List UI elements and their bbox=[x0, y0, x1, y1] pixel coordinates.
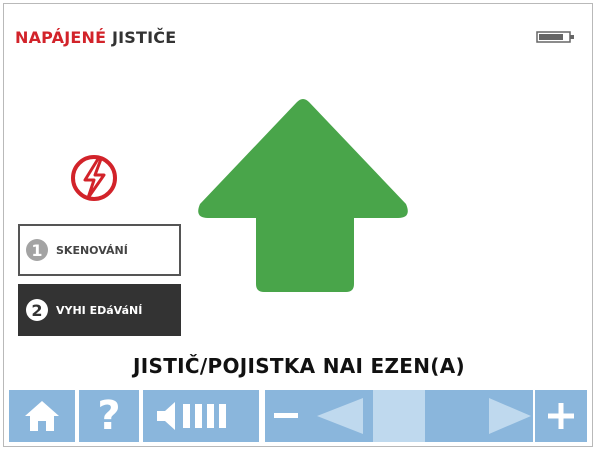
left-arrow-icon[interactable] bbox=[315, 396, 365, 436]
plus-icon bbox=[548, 403, 574, 429]
mode-number-badge: 2 bbox=[26, 299, 48, 321]
minus-icon bbox=[274, 413, 298, 418]
up-arrow-icon bbox=[198, 99, 408, 292]
home-icon bbox=[25, 401, 59, 431]
title-rest: JISTIČE bbox=[112, 28, 177, 47]
help-button[interactable]: ? bbox=[79, 390, 139, 442]
adjust-scrollbar[interactable] bbox=[265, 390, 533, 442]
high-voltage-icon bbox=[71, 155, 117, 201]
screen-title: NAPÁJENÉ JISTIČE bbox=[15, 28, 176, 47]
status-message: JISTIČ/POJISTKA NAI EZEN(A) bbox=[133, 354, 465, 378]
volume-icon bbox=[157, 402, 226, 430]
title-highlight: NAPÁJENÉ bbox=[15, 28, 107, 47]
mode-search-label: VYHI EDáVáNÍ bbox=[56, 303, 143, 317]
device-screen: NAPÁJENÉ JISTIČE 1 SKENOVÁNÍ 2 VYHI EDáV… bbox=[3, 3, 593, 447]
scroll-thumb[interactable] bbox=[373, 390, 425, 442]
volume-button[interactable] bbox=[143, 390, 259, 442]
help-label: ? bbox=[97, 393, 121, 439]
mode-scan-button[interactable]: 1 SKENOVÁNÍ bbox=[18, 224, 181, 276]
bottom-toolbar: ? bbox=[9, 390, 587, 442]
mode-search-button[interactable]: 2 VYHI EDáVáNÍ bbox=[18, 284, 181, 336]
battery-icon bbox=[536, 31, 574, 43]
minus-button[interactable] bbox=[265, 390, 307, 442]
home-button[interactable] bbox=[9, 390, 75, 442]
right-arrow-icon[interactable] bbox=[487, 396, 533, 436]
plus-button[interactable] bbox=[535, 390, 587, 442]
mode-scan-label: SKENOVÁNÍ bbox=[56, 243, 128, 257]
mode-number-badge: 1 bbox=[26, 239, 48, 261]
